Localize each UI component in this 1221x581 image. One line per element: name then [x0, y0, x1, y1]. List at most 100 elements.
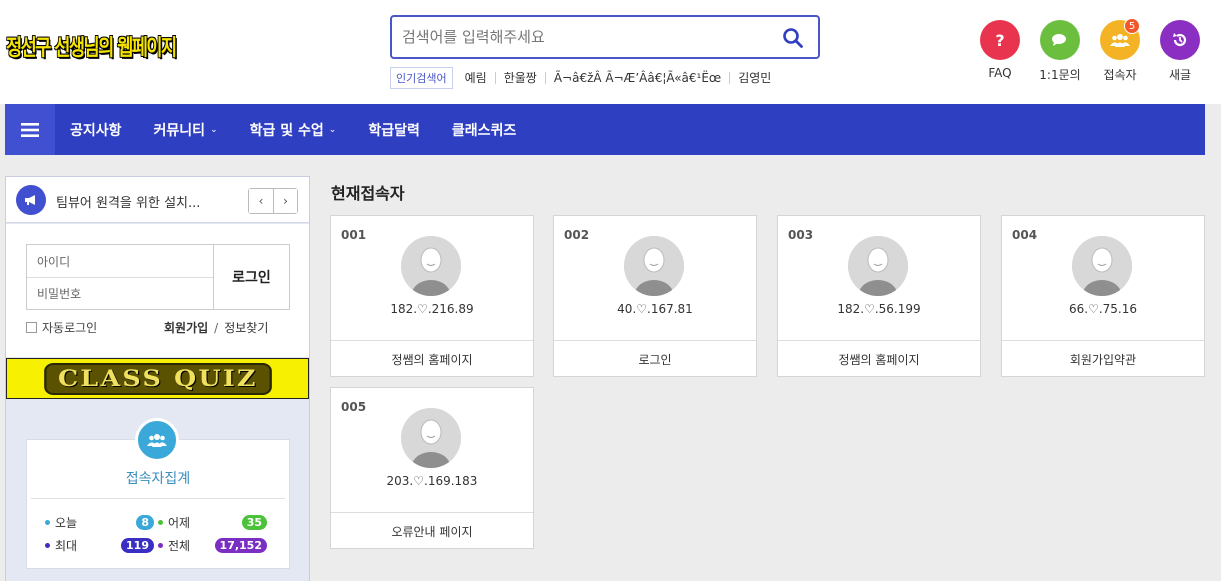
password-field[interactable]: 비밀번호: [27, 277, 213, 309]
avatar-icon: [848, 236, 908, 296]
join-link[interactable]: 회원가입: [164, 321, 208, 335]
dot-icon: [158, 520, 163, 525]
page-title: 현재접속자: [331, 184, 405, 203]
connected-users-label: 접속자: [1103, 68, 1137, 82]
auto-login-checkbox[interactable]: 자동로그인: [26, 319, 97, 336]
inquiry-button[interactable]: 1:1문의: [1030, 20, 1090, 83]
site-logo[interactable]: 정선구 선생님의 웹페이지: [6, 30, 177, 62]
chevron-down-icon: ⌄: [328, 124, 337, 135]
class-quiz-banner[interactable]: CLASS QUIZ: [6, 358, 309, 399]
connected-users-button[interactable]: 5 접속자: [1090, 18, 1150, 83]
popular-keyword[interactable]: 한울짱: [494, 72, 545, 84]
megaphone-icon: [16, 185, 46, 215]
visitor-number: 001: [341, 228, 367, 242]
visitor-ip: 182.♡.216.89: [390, 302, 474, 316]
visitor-card: 003 182.♡.56.199 정쌤의 홈페이지: [777, 215, 981, 377]
stat-max: 최대 119: [45, 537, 158, 554]
visitor-card: 001 182.♡.216.89 정쌤의 홈페이지: [330, 215, 534, 377]
nav-item-community[interactable]: 커뮤니티 ⌄: [138, 120, 234, 140]
stat-total: 전체 17,152: [158, 537, 271, 554]
visitor-page-link[interactable]: 정쌤의 홈페이지: [331, 340, 533, 377]
popular-tag: 인기검색어: [390, 67, 453, 89]
question-icon: ?: [980, 20, 1020, 60]
nav-item-class[interactable]: 학급 및 수업 ⌄: [234, 120, 353, 140]
popular-keyword[interactable]: 예림: [459, 72, 495, 84]
visitor-stats: 접속자집계 오늘 8 어제 35 최대 119 전체 17,152: [26, 418, 290, 569]
next-arrow-icon[interactable]: ›: [273, 189, 297, 213]
visitor-card: 004 66.♡.75.16 회원가입약관: [1001, 215, 1205, 377]
avatar-icon: [401, 408, 461, 468]
users-icon: [135, 418, 179, 462]
nav-item-classquiz[interactable]: 클래스퀴즈: [436, 120, 532, 140]
inquiry-label: 1:1문의: [1039, 68, 1081, 82]
nav-item-notice[interactable]: 공지사항: [55, 120, 138, 140]
avatar-icon: [624, 236, 684, 296]
faq-button[interactable]: ? FAQ: [970, 20, 1030, 83]
checkbox-icon[interactable]: [26, 322, 37, 333]
id-field[interactable]: 아이디: [27, 245, 213, 277]
dot-icon: [45, 520, 50, 525]
avatar-icon: [401, 236, 461, 296]
visitor-number: 004: [1012, 228, 1038, 242]
find-account-link[interactable]: 정보찾기: [224, 321, 268, 335]
stat-label: 전체: [168, 539, 191, 553]
search-box: [390, 15, 820, 59]
visitor-ip: 203.♡.169.183: [386, 474, 478, 488]
popular-keyword[interactable]: Ã¬â€žÂ Ã¬Æ’Ââ€¦Ã«â€¹Ëœ: [544, 72, 729, 84]
stat-label: 오늘: [55, 516, 78, 530]
visitor-page-link[interactable]: 로그인: [554, 340, 756, 377]
stat-value: 35: [241, 515, 267, 530]
header: 정선구 선생님의 웹페이지 인기검색어 예림 한울짱 Ã¬â€žÂ Ã¬Æ’Ââ…: [0, 0, 1221, 104]
notice-bar: 팀뷰어 원격을 위한 설치... ‹ ›: [6, 177, 309, 223]
nav-label: 클래스퀴즈: [451, 122, 517, 139]
stats-divider: [31, 498, 285, 499]
link-separator: /: [214, 321, 219, 335]
visitor-card: 002 40.♡.167.81 로그인: [553, 215, 757, 377]
stat-yesterday: 어제 35: [158, 514, 271, 531]
visitor-number: 002: [564, 228, 590, 242]
hamburger-menu-icon[interactable]: [5, 104, 55, 155]
login-fields: 아이디 비밀번호: [26, 244, 214, 310]
main-nav: 공지사항 커뮤니티 ⌄ 학급 및 수업 ⌄ 학급달력 클래스퀴즈: [5, 104, 1205, 155]
new-posts-label: 새글: [1168, 68, 1192, 82]
visitor-page-link[interactable]: 회원가입약관: [1002, 340, 1204, 377]
users-count-badge: 5: [1124, 18, 1140, 34]
stat-value: 119: [121, 538, 154, 553]
popular-keywords: 인기검색어 예림 한울짱 Ã¬â€žÂ Ã¬Æ’Ââ€¦Ã«â€¹Ëœ 김영민: [390, 67, 779, 89]
popular-keyword[interactable]: 김영민: [729, 72, 779, 84]
notice-arrows: ‹ ›: [248, 188, 298, 214]
stats-row: 오늘 8 어제 35: [45, 514, 271, 531]
sidebar: 팀뷰어 원격을 위한 설치... ‹ › 아이디 비밀번호 로그인 자동로그인 …: [5, 176, 310, 581]
chevron-down-icon: ⌄: [210, 124, 218, 135]
visitor-page-link[interactable]: 정쌤의 홈페이지: [778, 340, 980, 377]
refresh-icon: [1160, 20, 1200, 60]
auto-login-label: 자동로그인: [42, 321, 98, 335]
login-button[interactable]: 로그인: [213, 244, 290, 310]
visitor-ip: 66.♡.75.16: [1068, 302, 1137, 316]
search-input[interactable]: [402, 27, 762, 47]
visitor-ip: 182.♡.56.199: [837, 302, 921, 316]
stats-title: 접속자집계: [125, 471, 191, 487]
stat-today: 오늘 8: [45, 514, 158, 531]
nav-item-calendar[interactable]: 학급달력: [352, 120, 436, 140]
nav-label: 공지사항: [70, 122, 122, 139]
visitor-number: 003: [788, 228, 814, 242]
visitor-page-link[interactable]: 오류안내 페이지: [331, 512, 533, 549]
search-icon[interactable]: [782, 27, 804, 49]
dot-icon: [45, 543, 50, 548]
prev-arrow-icon[interactable]: ‹: [249, 189, 273, 213]
visitor-ip: 40.♡.167.81: [617, 302, 693, 316]
dot-icon: [158, 543, 163, 548]
notice-text[interactable]: 팀뷰어 원격을 위한 설치...: [56, 192, 200, 211]
stat-value: 17,152: [214, 538, 267, 553]
account-links: 회원가입 / 정보찾기: [164, 319, 268, 336]
nav-label: 커뮤니티: [153, 122, 206, 139]
new-posts-button[interactable]: 새글: [1150, 20, 1210, 83]
chat-icon: [1040, 20, 1080, 60]
nav-label: 학급달력: [368, 122, 420, 139]
stat-label: 최대: [55, 539, 78, 553]
faq-label: FAQ: [988, 66, 1012, 80]
class-quiz-logo: CLASS QUIZ: [43, 362, 272, 395]
visitor-number: 005: [341, 400, 367, 414]
stat-label: 어제: [168, 516, 191, 530]
